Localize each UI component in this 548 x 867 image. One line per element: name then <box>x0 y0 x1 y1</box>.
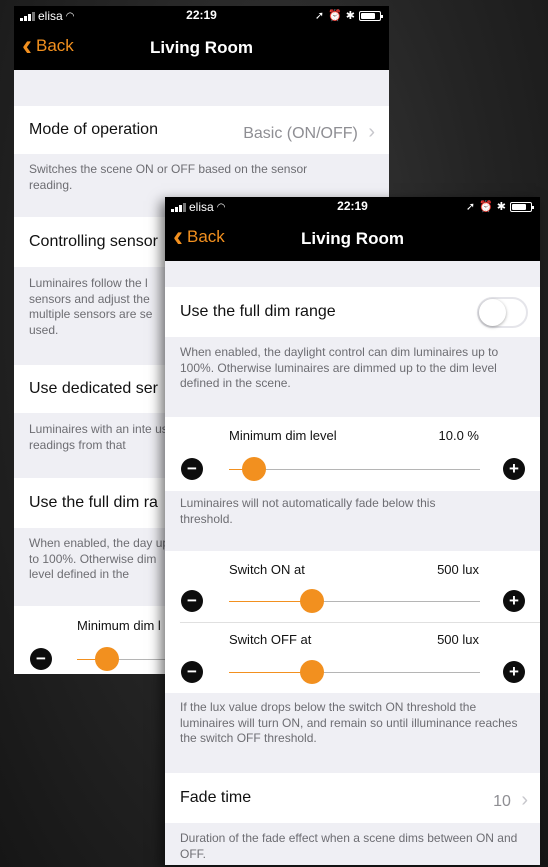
mode-label: Mode of operation <box>29 121 158 138</box>
location-icon: ➚ <box>314 10 325 22</box>
fade-time-label: Fade time <box>180 789 252 806</box>
min-dim-value: 10.0 % <box>438 428 479 443</box>
switch-on-slider[interactable] <box>229 589 480 613</box>
page-title: Living Room <box>150 38 253 57</box>
slider-thumb[interactable] <box>95 647 119 671</box>
switch-off-label: Switch OFF at <box>229 632 312 647</box>
slider-thumb[interactable] <box>242 457 267 481</box>
battery-icon <box>510 201 534 212</box>
fulldim-label: Use the full dim range <box>180 303 336 320</box>
min-dim-footer: Luminaires will not automatically fade b… <box>180 496 436 526</box>
min-dim-slider[interactable] <box>229 457 480 481</box>
mode-of-operation-row[interactable]: Mode of operation Basic (ON/OFF) › <box>14 106 389 154</box>
fulldim-footer: When enabled, the day up to 100%. Otherw… <box>29 536 170 581</box>
fulldim-footer: When enabled, the daylight control can d… <box>180 345 499 390</box>
bluetooth-icon: ✱ <box>496 201 506 213</box>
decrease-button[interactable]: − <box>30 648 52 670</box>
min-dim-label: Minimum dim l <box>77 618 161 633</box>
min-dim-label: Minimum dim level <box>229 428 337 443</box>
switch-on-label: Switch ON at <box>229 562 305 577</box>
switch-on-increase-button[interactable]: + <box>503 590 525 612</box>
slider-thumb[interactable] <box>299 660 324 684</box>
min-dim-decrease-button[interactable]: − <box>181 458 203 480</box>
controlling-label: Controlling sensor <box>29 233 158 250</box>
fade-footer: Duration of the fade effect when a scene… <box>180 831 518 861</box>
switch-thresholds-group: Switch ON at 500 lux − + Switch OFF at 5… <box>165 551 540 693</box>
status-bar: elisa ◠ 22:19 ➚ ⏰ ✱ <box>14 6 389 26</box>
fade-time-value: 10 › <box>493 789 528 811</box>
min-dim-increase-button[interactable]: + <box>503 458 525 480</box>
switch-on-decrease-button[interactable]: − <box>181 590 203 612</box>
status-bar: elisa ◠ 22:19 ➚ ⏰ ✱ <box>165 197 540 217</box>
fade-time-row[interactable]: Fade time 10 › <box>165 773 540 823</box>
switch-off-decrease-button[interactable]: − <box>181 661 203 683</box>
battery-icon <box>359 10 383 21</box>
nav-bar: ‹ Back Living Room <box>165 217 540 261</box>
min-dim-row: Minimum dim level 10.0 % − + <box>165 417 540 491</box>
switch-off-slider[interactable] <box>229 660 480 684</box>
alarm-icon: ⏰ <box>328 10 342 22</box>
slider-thumb[interactable] <box>299 589 324 613</box>
controlling-footer: Luminaires follow the l sensors and adju… <box>29 276 153 337</box>
status-icons: ➚ ⏰ ✱ <box>314 9 383 22</box>
chevron-right-icon: › <box>368 121 375 143</box>
switch-off-increase-button[interactable]: + <box>503 661 525 683</box>
fulldim-label: Use the full dim ra <box>29 494 158 511</box>
nav-bar: ‹ Back Living Room <box>14 26 389 70</box>
fulldim-row: Use the full dim range <box>165 287 540 337</box>
bluetooth-icon: ✱ <box>345 10 355 22</box>
status-icons: ➚ ⏰ ✱ <box>465 200 534 213</box>
dedicated-label: Use dedicated ser <box>29 380 158 397</box>
switch-footer: If the lux value drops below the switch … <box>180 700 518 745</box>
toggle-knob <box>479 299 506 326</box>
location-icon: ➚ <box>465 201 476 213</box>
page-title: Living Room <box>301 229 404 248</box>
mode-value: Basic (ON/OFF) › <box>243 121 375 143</box>
fulldim-toggle[interactable] <box>477 297 528 328</box>
front-screen: elisa ◠ 22:19 ➚ ⏰ ✱ ‹ Back Living Room U… <box>165 197 540 865</box>
alarm-icon: ⏰ <box>479 201 493 213</box>
dedicated-footer: Luminaires with an inte use readings fro… <box>29 422 175 452</box>
switch-on-value: 500 lux <box>437 562 479 577</box>
mode-footer: Switches the scene ON or OFF based on th… <box>29 162 308 192</box>
divider <box>180 622 540 623</box>
switch-off-value: 500 lux <box>437 632 479 647</box>
chevron-right-icon: › <box>521 789 528 811</box>
